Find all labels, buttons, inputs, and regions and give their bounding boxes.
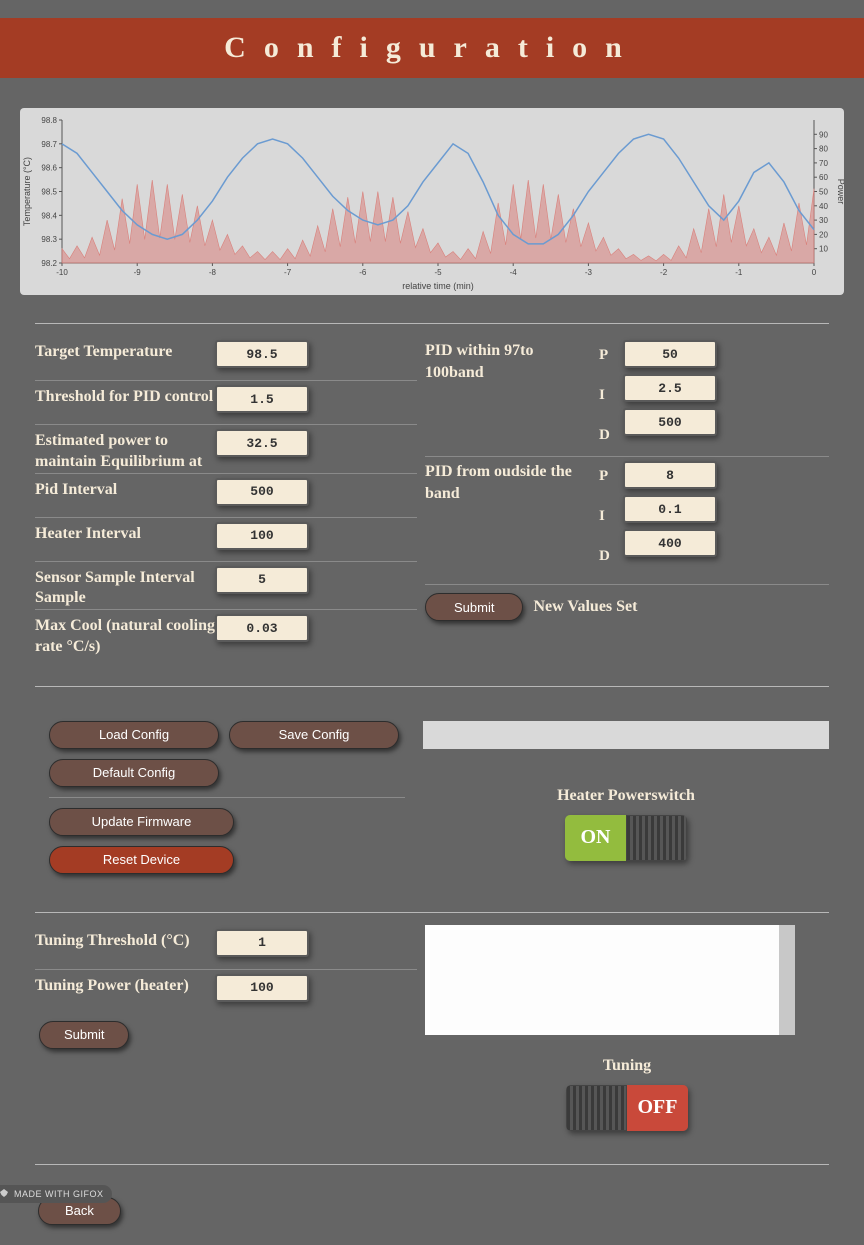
svg-text:70: 70 (819, 159, 828, 168)
svg-text:-5: -5 (434, 268, 442, 277)
pid-p-label: P (599, 461, 619, 491)
label-max-cool: Max Cool (natural cooling rate °C/s) (35, 614, 215, 658)
pid-i-label: I (599, 501, 619, 531)
input-tuning-power[interactable] (215, 974, 309, 1002)
temperature-power-chart: -10-9-8-7-6-5-4-3-2-1098.298.398.498.598… (20, 108, 844, 295)
input-tuning-threshold[interactable] (215, 929, 309, 957)
input-pid-outside-d[interactable] (623, 529, 717, 557)
label-pid-outside: PID from oudside the band (425, 461, 595, 504)
input-sensor-interval[interactable] (215, 566, 309, 594)
input-pid-within-i[interactable] (623, 374, 717, 402)
tuning-output-box (425, 925, 795, 1035)
status-text: New Values Set (533, 598, 637, 616)
label-pid-interval: Pid Interval (35, 478, 215, 501)
svg-text:98.6: 98.6 (41, 164, 57, 173)
svg-text:-3: -3 (585, 268, 593, 277)
svg-text:98.2: 98.2 (41, 259, 57, 268)
input-target-temp[interactable] (215, 340, 309, 368)
divider (35, 912, 829, 913)
pid-i-label: I (599, 380, 619, 410)
save-config-button[interactable]: Save Config (229, 721, 399, 749)
svg-text:-8: -8 (209, 268, 217, 277)
config-status-box (423, 721, 829, 749)
header-bar: Configuration (0, 18, 864, 78)
svg-text:98.3: 98.3 (41, 235, 57, 244)
input-pid-within-d[interactable] (623, 408, 717, 436)
svg-text:50: 50 (819, 188, 828, 197)
svg-text:80: 80 (819, 145, 828, 154)
page-title: Configuration (224, 31, 640, 65)
input-pid-outside-p[interactable] (623, 461, 717, 489)
heater-power-switch[interactable]: ON (565, 815, 687, 861)
switch-handle (566, 1085, 627, 1131)
svg-text:10: 10 (819, 245, 828, 254)
update-firmware-button[interactable]: Update Firmware (49, 808, 234, 836)
svg-text:20: 20 (819, 230, 828, 239)
input-heater-interval[interactable] (215, 522, 309, 550)
svg-text:relative time (min): relative time (min) (402, 281, 474, 291)
svg-text:-6: -6 (359, 268, 367, 277)
tuning-switch-label: Tuning (425, 1057, 829, 1075)
input-pid-interval[interactable] (215, 478, 309, 506)
label-target-temp: Target Temperature (35, 340, 215, 363)
svg-text:30: 30 (819, 216, 828, 225)
label-sensor-interval: Sensor Sample Interval Sample (35, 566, 215, 610)
svg-text:-9: -9 (134, 268, 142, 277)
tuning-submit-button[interactable]: Submit (39, 1021, 129, 1049)
label-pid-within: PID within 97to 100band (425, 340, 595, 383)
svg-text:90: 90 (819, 130, 828, 139)
input-max-cool[interactable] (215, 614, 309, 642)
svg-text:98.4: 98.4 (41, 211, 57, 220)
label-threshold-pid: Threshold for PID control (35, 385, 215, 408)
pid-p-label: P (599, 340, 619, 370)
label-equilibrium-power: Estimated power to maintain Equilibrium … (35, 429, 215, 473)
switch-handle (626, 815, 687, 861)
svg-text:Temperature (°C): Temperature (°C) (22, 157, 32, 226)
config-form: Target Temperature Threshold for PID con… (35, 336, 829, 658)
label-heater-interval: Heater Interval (35, 522, 215, 545)
pid-d-label: D (599, 420, 619, 450)
pid-d-label: D (599, 541, 619, 571)
svg-text:Power: Power (836, 179, 844, 205)
chart-panel: -10-9-8-7-6-5-4-3-2-1098.298.398.498.598… (20, 108, 844, 295)
svg-text:0: 0 (812, 268, 817, 277)
reset-device-button[interactable]: Reset Device (49, 846, 234, 874)
input-pid-outside-i[interactable] (623, 495, 717, 523)
load-config-button[interactable]: Load Config (49, 721, 219, 749)
divider (35, 686, 829, 687)
svg-text:98.7: 98.7 (41, 140, 57, 149)
svg-text:-10: -10 (56, 268, 68, 277)
divider (35, 1164, 829, 1165)
divider (35, 323, 829, 324)
switch-on-text: ON (565, 815, 626, 861)
submit-button[interactable]: Submit (425, 593, 523, 621)
svg-text:40: 40 (819, 202, 828, 211)
heater-switch-label: Heater Powerswitch (423, 787, 829, 805)
fox-icon (0, 1188, 10, 1200)
svg-text:98.5: 98.5 (41, 188, 57, 197)
input-pid-within-p[interactable] (623, 340, 717, 368)
label-tuning-power: Tuning Power (heater) (35, 974, 215, 997)
input-threshold-pid[interactable] (215, 385, 309, 413)
svg-text:60: 60 (819, 173, 828, 182)
tuning-switch[interactable]: OFF (566, 1085, 688, 1131)
default-config-button[interactable]: Default Config (49, 759, 219, 787)
gifox-badge: MADE WITH GIFOX (0, 1185, 112, 1203)
input-equilibrium-power[interactable] (215, 429, 309, 457)
svg-text:-7: -7 (284, 268, 292, 277)
svg-text:-4: -4 (510, 268, 518, 277)
svg-text:-2: -2 (660, 268, 668, 277)
label-tuning-threshold: Tuning Threshold (°C) (35, 929, 215, 952)
svg-text:-1: -1 (735, 268, 743, 277)
svg-text:98.8: 98.8 (41, 116, 57, 125)
switch-off-text: OFF (627, 1085, 688, 1131)
